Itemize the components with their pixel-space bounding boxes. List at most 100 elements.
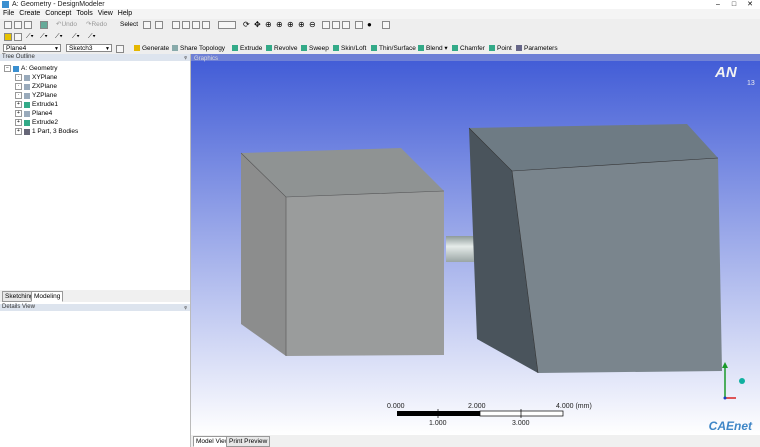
pin-icon[interactable]: ᵩ [184, 304, 187, 311]
arc-icon[interactable]: ⟋▾ [72, 32, 80, 41]
plane-icon [24, 74, 30, 81]
plane-icon [24, 83, 30, 90]
pan-icon[interactable]: ✥ [254, 20, 261, 29]
tree-item-zxplane[interactable]: · ZXPlane [15, 83, 57, 91]
tree-outline-header: Tree Outline ᵩ [0, 54, 190, 61]
menu-view[interactable]: View [95, 9, 115, 17]
save-icon[interactable] [14, 21, 22, 29]
parameters-button[interactable]: Parameters [516, 44, 558, 53]
view-tabs: Model View Print Preview [191, 435, 760, 447]
select-faces-icon[interactable] [192, 21, 200, 29]
ansys-logo: AN [715, 64, 737, 81]
thin-surface-button[interactable]: Thin/Surface [371, 44, 416, 53]
share-topology-button[interactable]: Share Topology [172, 44, 225, 53]
tab-print-preview[interactable]: Print Preview [226, 436, 271, 447]
menu-concept[interactable]: Concept [42, 9, 73, 17]
display-plane-icon[interactable] [355, 21, 363, 29]
zoom-icon[interactable]: ⊕ [265, 20, 272, 29]
extrude-button[interactable]: Extrude [232, 44, 262, 53]
undo-button[interactable]: ↶Undo [56, 20, 77, 29]
tree-item-xyplane[interactable]: · XYPlane [15, 74, 57, 82]
tab-modeling[interactable]: Modeling [31, 291, 64, 302]
extrude-icon [24, 101, 30, 108]
left-block-body[interactable] [240, 148, 445, 356]
window-title: A: Geometry - DesignModeler [12, 1, 105, 8]
extend-icon[interactable] [218, 21, 236, 29]
new-plane-icon[interactable] [4, 33, 12, 41]
skin-loft-button[interactable]: Skin/Loft [333, 44, 366, 53]
curve-icon[interactable]: ⟋▾ [88, 32, 96, 41]
rotate-icon[interactable]: ⟳ [243, 20, 250, 29]
collapse-icon[interactable]: − [4, 65, 11, 72]
pin-icon[interactable]: ᵩ [184, 54, 187, 61]
display-points-icon[interactable]: ● [367, 20, 372, 29]
right-block-body[interactable] [468, 124, 722, 374]
previous-view-icon[interactable] [322, 21, 330, 29]
polyline-icon[interactable]: ⟋▾ [55, 32, 63, 41]
select-mode-icon[interactable] [143, 21, 151, 29]
tree-item-parts[interactable]: +1 Part, 3 Bodies [15, 128, 78, 136]
geometry-icon [13, 65, 19, 72]
new-sketch-icon[interactable] [14, 33, 22, 41]
sketch-select[interactable]: Sketch3 ▼ [66, 44, 112, 52]
line-icon[interactable]: ⟋▾ [40, 32, 48, 41]
menu-file[interactable]: File [0, 9, 16, 17]
zoom-fit-icon[interactable]: ⊕ [287, 20, 294, 29]
plane-icon [24, 92, 30, 99]
tree-item-plane4[interactable]: + Plane4 [15, 110, 52, 118]
scale-tick-1: 1.000 [429, 420, 447, 427]
bodies-icon [24, 128, 30, 135]
point-button[interactable]: Point [489, 44, 512, 53]
mode-tabs: Sketching Modeling [0, 290, 191, 302]
expand-icon[interactable]: + [15, 128, 22, 135]
graphics-viewport[interactable]: Graphics 0.000 2.000 4.000 (mm) 1.000 3.… [191, 54, 760, 435]
select-filter-icon[interactable] [155, 21, 163, 29]
menu-bar: File Create Concept Tools View Help [0, 9, 760, 19]
graphics-header-bar [191, 54, 760, 61]
sweep-button[interactable]: Sweep [301, 44, 329, 53]
isometric-view-icon[interactable] [342, 21, 350, 29]
graphics-canvas[interactable]: Graphics [191, 54, 760, 435]
redo-button[interactable]: ↷Redo [86, 20, 107, 29]
watermark-logo: CAEnet [708, 419, 752, 433]
select-bodies-icon[interactable] [202, 21, 210, 29]
close-button[interactable]: ✕ [742, 0, 758, 9]
maximize-button[interactable]: □ [726, 0, 742, 9]
graphics-header: Graphics [194, 56, 218, 62]
select-label: Select [120, 21, 139, 28]
select-edges-icon[interactable] [182, 21, 190, 29]
expand-icon[interactable]: + [15, 110, 22, 117]
new-sketch-icon-2[interactable] [116, 45, 124, 53]
screenshot-icon[interactable] [40, 21, 48, 29]
plane-select[interactable]: Plane4 ▼ [3, 44, 61, 52]
tree-root[interactable]: − A: Geometry [4, 65, 57, 73]
select-points-icon[interactable] [172, 21, 180, 29]
tree-item-extrude2[interactable]: + Extrude2 [15, 119, 58, 127]
new-icon[interactable] [4, 21, 12, 29]
revolve-button[interactable]: Revolve [266, 44, 297, 53]
minimize-button[interactable]: – [710, 0, 726, 9]
details-view-header: Details View ᵩ [0, 304, 190, 311]
app-icon [2, 1, 9, 8]
expand-icon[interactable]: + [15, 101, 22, 108]
look-at-icon[interactable]: ⟋▾ [26, 32, 34, 41]
zoom-box-icon[interactable]: ⊕ [276, 20, 283, 29]
next-view-icon[interactable] [332, 21, 340, 29]
tree-item-extrude1[interactable]: + Extrude1 [15, 101, 58, 109]
help-icon[interactable] [382, 21, 390, 29]
title-bar: A: Geometry - DesignModeler – □ ✕ [0, 0, 760, 9]
export-icon[interactable] [24, 21, 32, 29]
expand-icon[interactable]: + [15, 119, 22, 126]
generate-button[interactable]: Generate [134, 44, 169, 53]
scale-tick-0: 0.000 [387, 403, 405, 410]
blend-button[interactable]: Blend ▾ [418, 44, 448, 53]
zoom-out-icon[interactable]: ⊖ [309, 20, 316, 29]
menu-tools[interactable]: Tools [73, 9, 94, 17]
details-view-panel: Details View ᵩ [0, 302, 191, 447]
menu-help[interactable]: Help [115, 9, 134, 17]
tree-outline-panel: Tree Outline ᵩ − A: Geometry · XYPlane · ZXP… [0, 54, 191, 290]
tree-item-yzplane[interactable]: · YZPlane [15, 92, 57, 100]
chamfer-button[interactable]: Chamfer [452, 44, 485, 53]
zoom-in-icon[interactable]: ⊕ [298, 20, 305, 29]
menu-create[interactable]: Create [16, 9, 42, 17]
